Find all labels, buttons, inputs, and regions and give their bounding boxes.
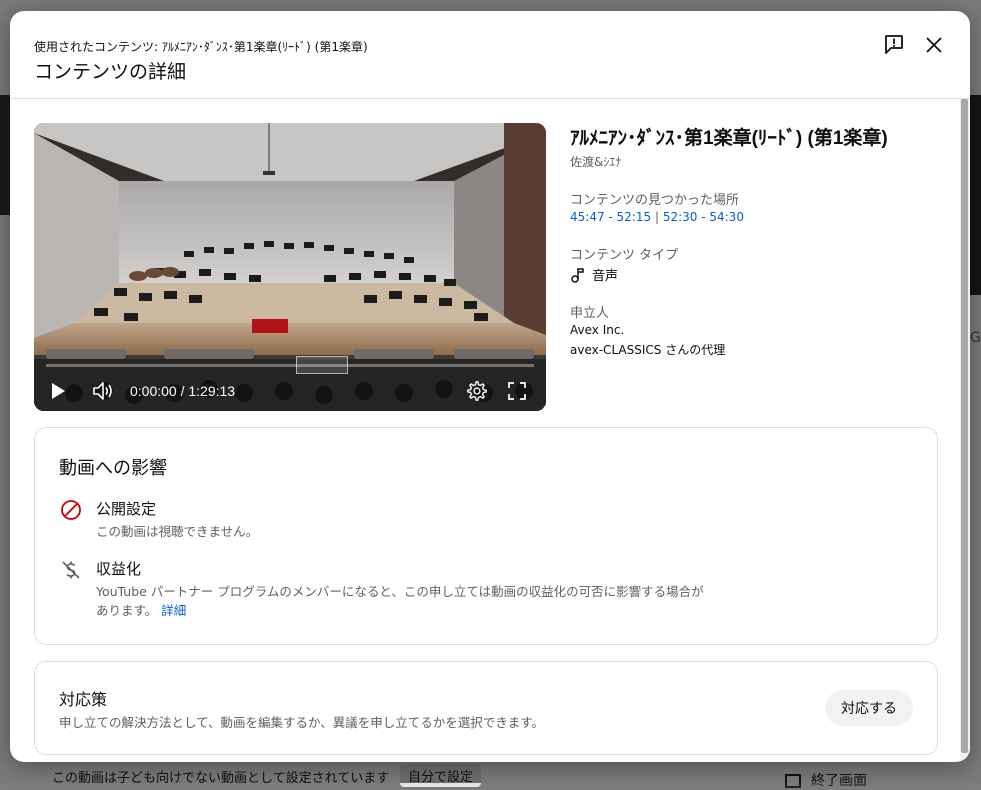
claimant-on-behalf: avex-CLASSICS さんの代理	[570, 343, 726, 357]
monetization-description-text: YouTube パートナー プログラムのメンバーになると、この申し立ては動画の収…	[96, 584, 704, 618]
dialog-subtitle: 使用されたコンテンツ: ｱﾙﾒﾆｱﾝ･ﾀﾞﾝｽ･第1楽章(ﾘｰﾄﾞ) (第1楽章…	[34, 40, 368, 54]
dialog-scrollbar-thumb[interactable]	[961, 99, 968, 753]
visibility-label: 公開設定	[96, 500, 157, 518]
dialog-header: 使用されたコンテンツ: ｱﾙﾒﾆｱﾝ･ﾀﾞﾝｽ･第1楽章(ﾘｰﾄﾞ) (第1楽章…	[10, 11, 970, 99]
music-note-icon	[571, 267, 584, 283]
location-ranges: 45:47 - 52:15 | 52:30 - 54:30	[570, 210, 744, 224]
settings-button[interactable]	[466, 378, 490, 404]
close-button[interactable]	[920, 31, 948, 59]
claimant-label: 申立人	[570, 306, 610, 321]
play-icon	[52, 383, 65, 399]
volume-icon	[93, 382, 112, 400]
location-label: コンテンツの見つかった場所	[570, 193, 740, 208]
content-type-label: コンテンツ タイプ	[570, 248, 679, 263]
video-time-display: 0:00:00 / 1:29:13	[130, 383, 236, 399]
fullscreen-button[interactable]	[508, 378, 532, 404]
location-range-link-1[interactable]: 45:47 - 52:15	[570, 210, 651, 224]
video-player[interactable]: 0:00:00 / 1:29:13	[34, 123, 546, 411]
content-type-value: 音声	[570, 265, 618, 284]
close-icon	[926, 37, 942, 53]
content-artist: 佐渡&ｼｴﾅ	[570, 155, 622, 169]
claimant-name: Avex Inc.	[570, 323, 625, 337]
video-impact-card: 動画への影響 公開設定 この動画は視聴できません。 収益化 YouTube パー	[34, 427, 938, 645]
impact-card-title: 動画への影響	[59, 458, 167, 479]
report-flag-icon	[885, 35, 903, 54]
actions-description: 申し立ての解決方法として、動画を編集するか、異議を申し立てるかを選択できます。	[59, 715, 545, 730]
play-button[interactable]	[50, 378, 72, 404]
actions-card: 対応策 申し立ての解決方法として、動画を編集するか、異議を申し立てるかを選択でき…	[34, 661, 938, 755]
no-monetization-icon	[59, 558, 83, 582]
dialog-title: コンテンツの詳細	[34, 61, 187, 83]
video-frame	[34, 123, 546, 411]
content-title: ｱﾙﾒﾆｱﾝ･ﾀﾞﾝｽ･第1楽章(ﾘｰﾄﾞ) (第1楽章)	[570, 128, 888, 149]
blocked-icon	[59, 498, 83, 522]
monetization-description: YouTube パートナー プログラムのメンバーになると、この申し立ては動画の収…	[96, 582, 716, 620]
visibility-description: この動画は視聴できません。	[96, 524, 259, 539]
content-details-dialog: 使用されたコンテンツ: ｱﾙﾒﾆｱﾝ･ﾀﾞﾝｽ･第1楽章(ﾘｰﾄﾞ) (第1楽章…	[10, 11, 970, 762]
fullscreen-icon	[508, 382, 526, 400]
volume-button[interactable]	[92, 378, 118, 404]
actions-card-title: 対応策	[59, 690, 108, 709]
video-progress-bar[interactable]	[46, 364, 534, 367]
location-separator: |	[654, 210, 659, 224]
learn-more-link[interactable]: 詳細	[161, 603, 186, 618]
gear-icon	[467, 381, 487, 401]
location-range-link-2[interactable]: 52:30 - 54:30	[663, 210, 744, 224]
take-action-button[interactable]: 対応する	[825, 690, 913, 726]
seek-preview-thumbnail	[296, 356, 348, 374]
content-type-text: 音声	[592, 269, 619, 284]
report-feedback-button[interactable]	[880, 31, 908, 59]
monetization-label: 収益化	[96, 560, 142, 578]
